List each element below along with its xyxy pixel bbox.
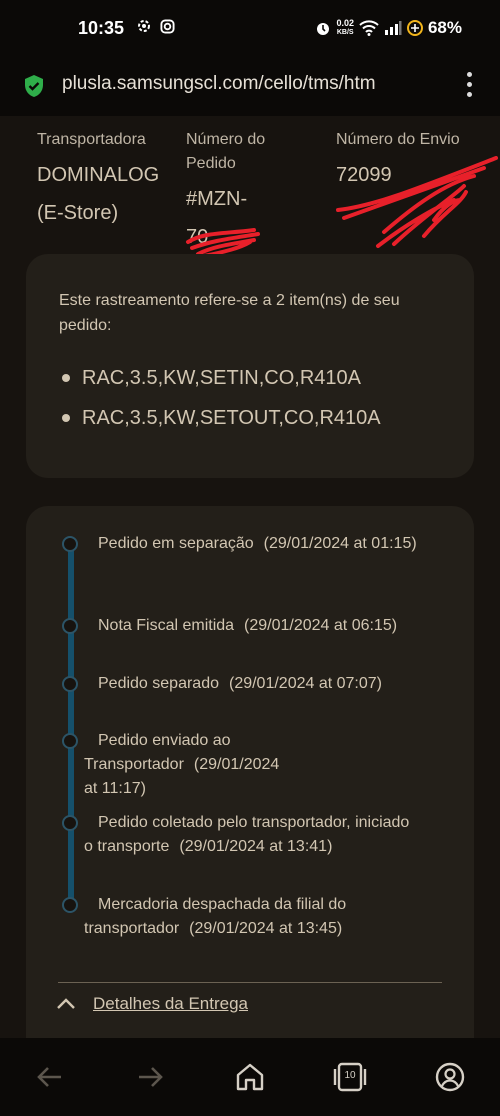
profile-icon[interactable]: [433, 1060, 467, 1094]
order-label: Número do Pedido: [186, 131, 266, 172]
forward-icon[interactable]: [133, 1060, 167, 1094]
timeline-card: Pedido em separação (29/01/2024 at 01:15)…: [26, 506, 474, 1038]
event-status: Pedido em separação: [98, 535, 254, 552]
redaction-scribble: [336, 156, 498, 248]
settings-icon: [138, 20, 150, 32]
event-status: Pedido separado: [98, 675, 219, 692]
browser-nav-bar: 10: [0, 1038, 500, 1116]
timeline-event: Pedido em separação (29/01/2024 at 01:15): [84, 532, 454, 556]
browser-url-bar: plusla.samsungscl.com/cello/tms/htm: [0, 58, 500, 116]
timeline-dot: [62, 733, 78, 749]
items-list: RAC,3.5,KW,SETIN,CO,R410A RAC,3.5,KW,SET…: [60, 358, 381, 438]
list-item: RAC,3.5,KW,SETOUT,CO,R410A: [60, 398, 381, 438]
net-speed-value: 0.02: [336, 18, 354, 28]
notification-icons: [136, 18, 175, 36]
status-time: 10:35: [78, 18, 125, 38]
home-icon[interactable]: [233, 1060, 267, 1094]
list-item: RAC,3.5,KW,SETIN,CO,R410A: [60, 358, 381, 398]
timeline-event: Pedido coletado pelo transportador, inic…: [84, 811, 414, 859]
event-date: (29/01/2024 at 13:41): [179, 838, 333, 855]
battery-icon: [406, 20, 423, 36]
event-status: Nota Fiscal emitida: [98, 617, 235, 634]
tracking-page: Transportadora DOMINALOG (E-Store) Númer…: [0, 116, 500, 1038]
tab-count: 10: [344, 1070, 356, 1081]
signal-icon: [384, 21, 402, 35]
alarm-icon: [317, 23, 330, 35]
timeline-dot: [62, 536, 78, 552]
delivery-details-link[interactable]: Detalhes da Entrega: [93, 994, 248, 1014]
more-vert-icon[interactable]: [466, 72, 474, 100]
timeline-event: Nota Fiscal emitida (29/01/2024 at 06:15): [84, 614, 454, 638]
timeline-event: Pedido enviado ao Transportador (29/01/20…: [84, 729, 284, 801]
net-speed: 0.02 KB/S: [336, 19, 354, 37]
event-date: (29/01/2024 at 07:07): [228, 675, 382, 692]
event-date: (29/01/2024 at 13:45): [189, 920, 343, 937]
status-bar: 10:35 0.02 KB/S 68%: [0, 0, 500, 58]
items-intro: Este rastreamento refere-se a 2 item(ns)…: [59, 292, 400, 334]
divider: [58, 982, 442, 983]
carrier-label: Transportadora: [37, 131, 146, 148]
instagram-icon: [160, 19, 175, 34]
event-date: (29/01/2024 at 06:15): [244, 617, 398, 634]
timeline-event: Pedido separado (29/01/2024 at 07:07): [84, 672, 454, 696]
items-card: Este rastreamento refere-se a 2 item(ns)…: [26, 254, 474, 478]
carrier-column: Transportadora DOMINALOG (E-Store): [37, 128, 177, 232]
back-icon[interactable]: [33, 1060, 67, 1094]
timeline-dot: [62, 676, 78, 692]
carrier-value: DOMINALOG (E-Store): [37, 164, 160, 224]
order-value-line1: #MZN-: [186, 188, 248, 210]
status-right: 0.02 KB/S 68%: [315, 18, 462, 38]
chevron-up-icon[interactable]: [56, 996, 76, 1010]
secure-shield-icon[interactable]: [22, 74, 46, 98]
timeline-line: [68, 542, 74, 904]
wifi-icon: [359, 20, 379, 36]
battery-level: 68%: [427, 18, 462, 37]
tabs-button[interactable]: 10: [333, 1060, 367, 1094]
net-speed-unit: KB/S: [336, 29, 354, 36]
shipment-label: Número do Envio: [336, 131, 460, 148]
timeline-dot: [62, 618, 78, 634]
url-field[interactable]: plusla.samsungscl.com/cello/tms/htm: [62, 73, 438, 95]
timeline-event: Mercadoria despachada da filial do trans…: [84, 893, 394, 941]
event-date: (29/01/2024 at 01:15): [263, 535, 417, 552]
timeline-dot: [62, 897, 78, 913]
timeline-dot: [62, 815, 78, 831]
